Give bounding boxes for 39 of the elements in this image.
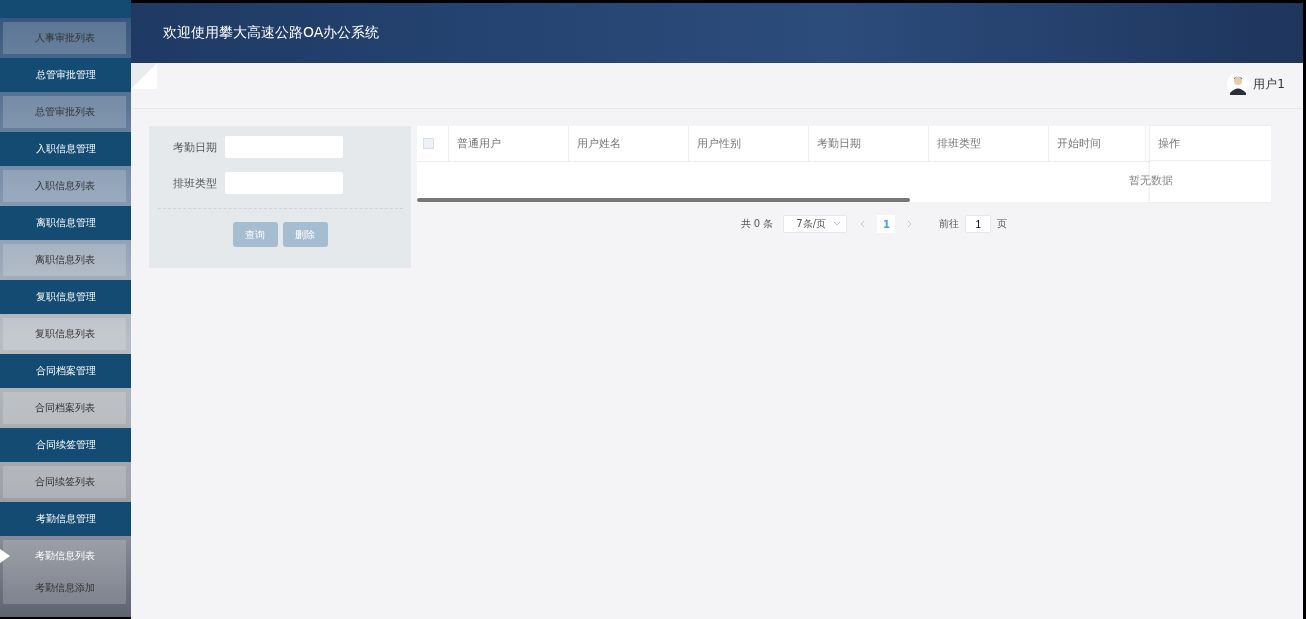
sidebar-item[interactable]: 总管审批列表 bbox=[3, 96, 126, 128]
system-title: 欢迎使用攀大高速公路OA办公系统 bbox=[163, 24, 380, 42]
page-size-select[interactable]: 7条/页 bbox=[783, 215, 848, 233]
sidebar-group-title[interactable]: 离职信息管理 bbox=[0, 206, 131, 240]
page-jump-input[interactable]: 1 bbox=[965, 215, 992, 233]
chevron-left-icon bbox=[859, 220, 866, 228]
sidebar-item[interactable]: 合同档案列表 bbox=[3, 392, 126, 424]
column-header: 考勤日期 bbox=[817, 136, 861, 151]
avatar-icon[interactable] bbox=[1227, 73, 1250, 95]
sidebar-item[interactable]: 复职信息列表 bbox=[3, 318, 126, 350]
column-header: 用户姓名 bbox=[577, 136, 621, 151]
sidebar-item[interactable]: 入职信息列表 bbox=[3, 170, 126, 202]
goto-label: 前往 bbox=[939, 217, 960, 231]
field-label: 排班类型 bbox=[172, 175, 217, 191]
sidebar-item[interactable]: 合同续签列表 bbox=[3, 466, 126, 498]
page-unit: 页 bbox=[997, 217, 1008, 231]
empty-text: 暂无数据 bbox=[1129, 173, 1173, 188]
sidebar-group-title[interactable]: 入职信息管理 bbox=[0, 132, 131, 166]
total-count: 共 0 条 bbox=[740, 217, 774, 231]
column-header: 用户性别 bbox=[697, 136, 741, 151]
sidebar-group-title[interactable]: 合同档案管理 bbox=[0, 354, 131, 388]
chevron-down-icon bbox=[833, 221, 842, 227]
sidebar-group-title[interactable]: 复职信息管理 bbox=[0, 280, 131, 314]
sidebar-group-title[interactable]: 考勤信息管理 bbox=[0, 502, 131, 536]
sidebar-item[interactable]: 离职信息列表 bbox=[3, 244, 126, 276]
sidebar-item[interactable]: 考勤信息添加 bbox=[3, 572, 126, 604]
field-label: 考勤日期 bbox=[172, 139, 217, 155]
user-name[interactable]: 用户1 bbox=[1253, 75, 1285, 93]
scrollbar[interactable] bbox=[417, 198, 910, 202]
chevron-right-icon bbox=[907, 220, 914, 228]
sidebar-group-title[interactable]: 总管审批管理 bbox=[0, 58, 131, 92]
column-header: 排班类型 bbox=[937, 136, 981, 151]
sidebar-group-title[interactable]: 合同续签管理 bbox=[0, 428, 131, 462]
checkbox[interactable] bbox=[423, 138, 434, 149]
column-header: 操作 bbox=[1158, 135, 1180, 151]
column-header: 普通用户 bbox=[457, 136, 501, 151]
input-field[interactable] bbox=[225, 172, 343, 194]
input-field[interactable] bbox=[225, 136, 343, 158]
column-header: 开始时间 bbox=[1057, 136, 1101, 151]
